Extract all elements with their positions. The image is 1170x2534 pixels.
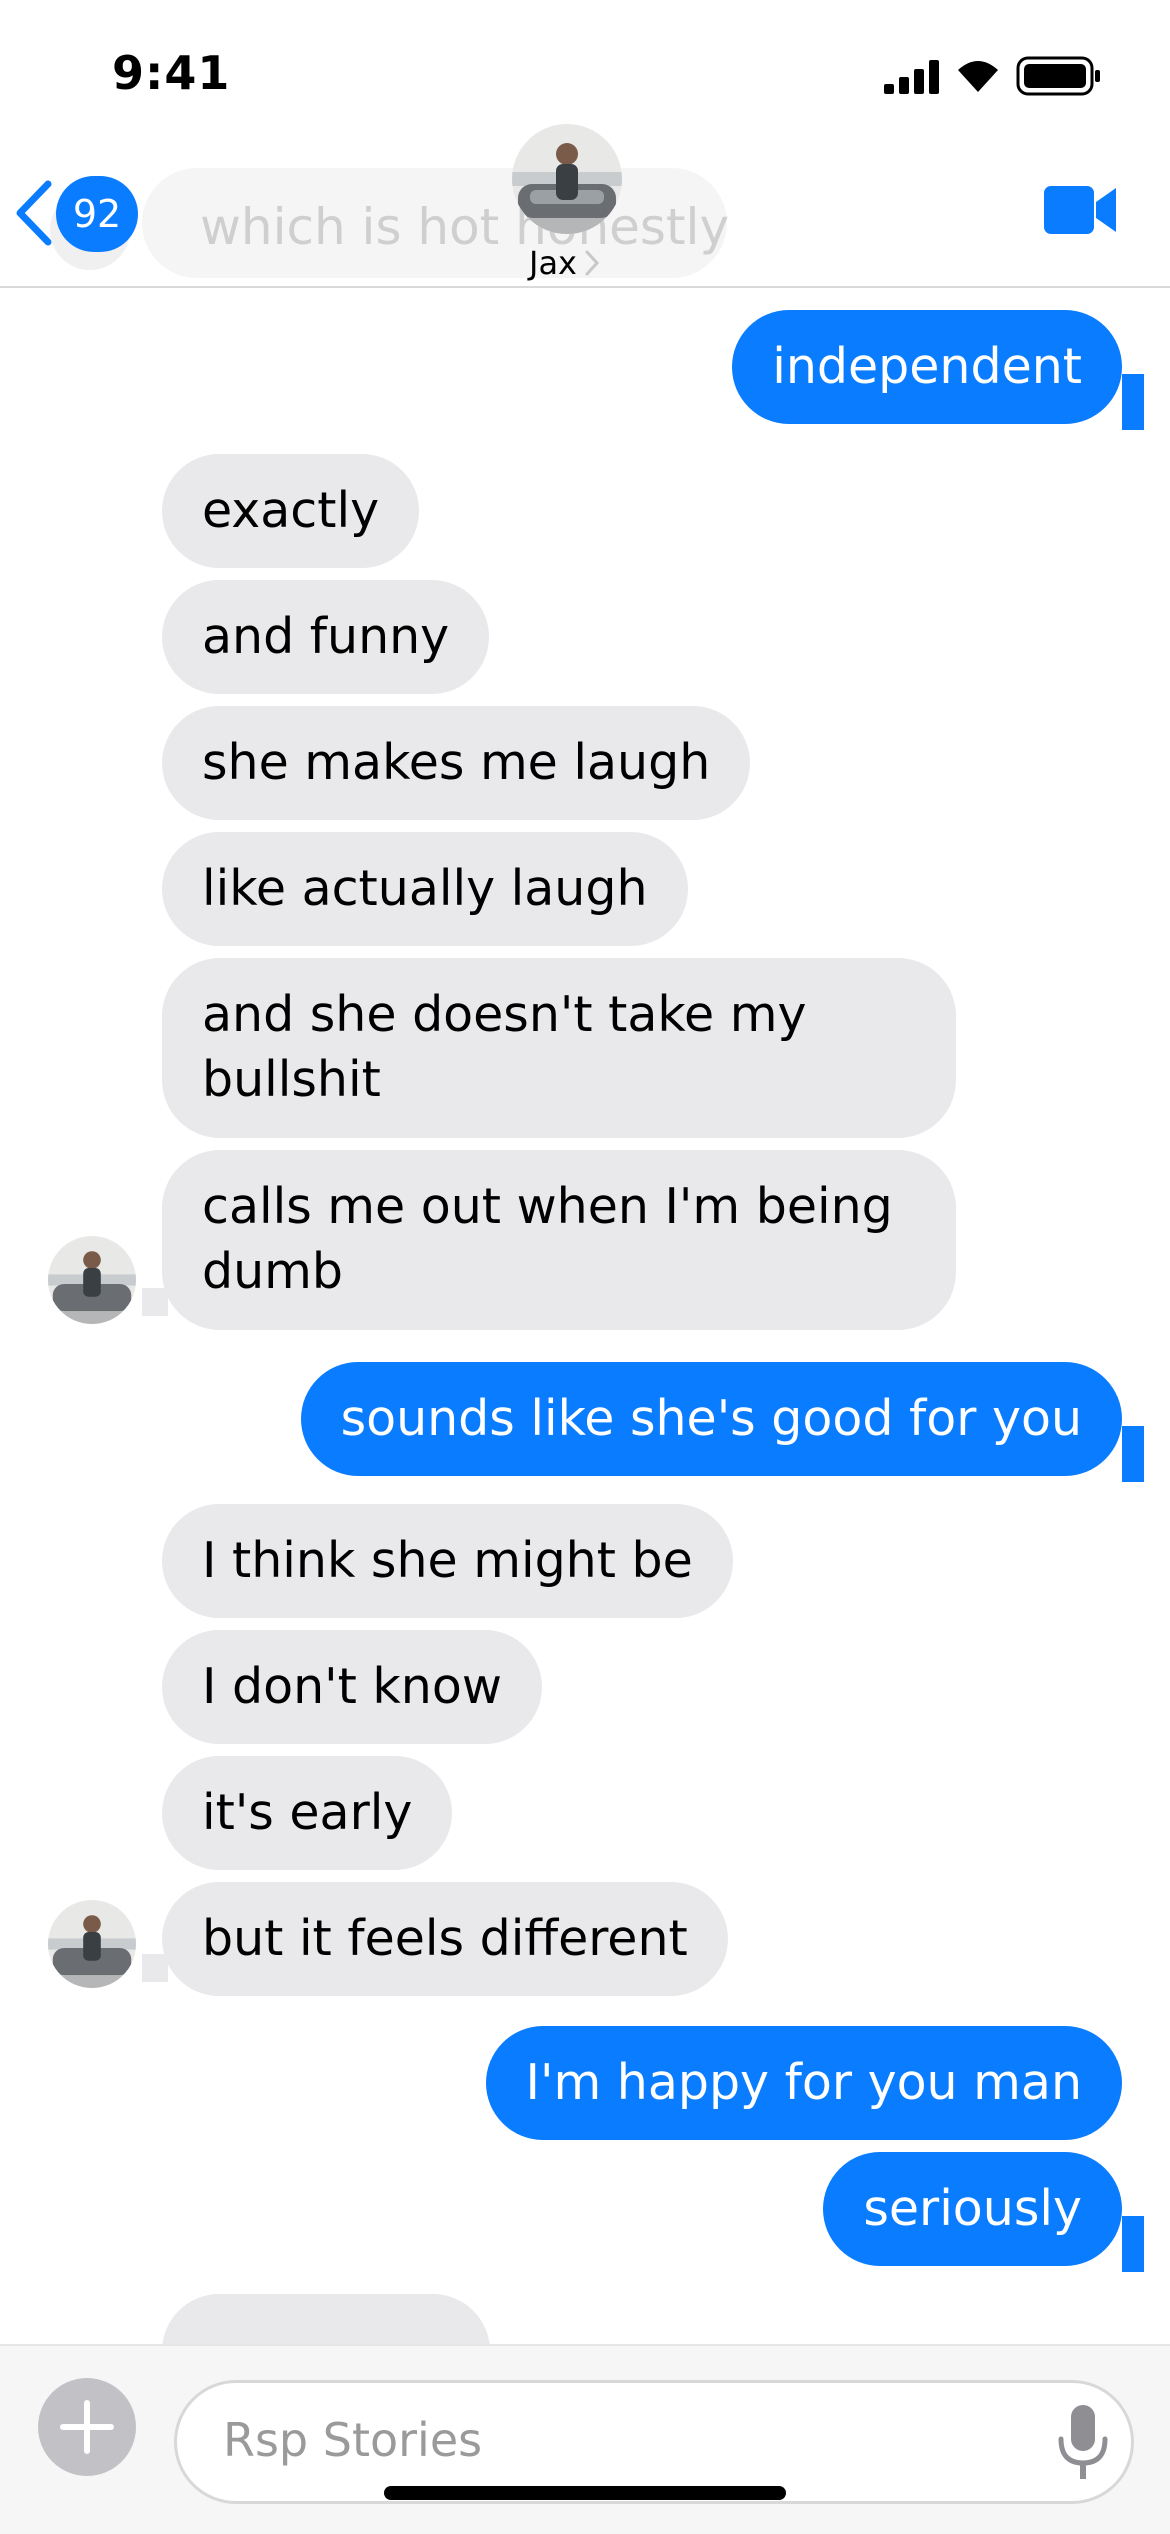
message-bubble-received[interactable]: and funny xyxy=(162,580,490,694)
unread-count-badge[interactable]: 92 xyxy=(56,176,138,252)
contact-avatar[interactable] xyxy=(512,124,622,234)
message-bubble-sent[interactable]: seriously xyxy=(823,2152,1122,2266)
home-indicator xyxy=(384,2486,786,2500)
message-bubble-received[interactable]: I don't know xyxy=(162,1630,542,1744)
microphone-icon[interactable] xyxy=(1053,2403,1113,2483)
message-thread[interactable]: independent exactly and funny she makes … xyxy=(0,288,1170,2344)
back-chevron-icon[interactable] xyxy=(14,180,54,246)
message-tail xyxy=(1122,374,1144,430)
contact-avatar-small[interactable] xyxy=(48,1900,136,1988)
message-tail xyxy=(1122,1426,1144,1482)
contact-details-chevron-icon[interactable] xyxy=(584,249,600,277)
message-bubble-received[interactable]: calls me out when I'm being dumb xyxy=(162,1150,956,1330)
message-tail xyxy=(1122,2216,1144,2272)
video-call-icon[interactable] xyxy=(1044,184,1118,236)
message-bubble-received[interactable]: I think she might be xyxy=(162,1504,733,1618)
message-bubble-received[interactable]: but it feels different xyxy=(162,1882,728,1996)
message-bubble-received[interactable]: and she doesn't take my bullshit xyxy=(162,958,956,1138)
message-bubble-received[interactable]: exactly xyxy=(162,454,420,568)
contact-name[interactable]: Jax xyxy=(529,244,577,282)
chat-header: which is hot honestly 92 Jax xyxy=(0,120,1170,288)
scrolled-message-text: which is hot honestly xyxy=(200,198,730,256)
contact-avatar-small[interactable] xyxy=(48,1236,136,1324)
message-bubble-received-partial[interactable] xyxy=(162,2294,490,2344)
message-composer: Rsp Stories xyxy=(0,2344,1170,2534)
message-tail xyxy=(142,1954,168,1982)
status-time: 9:41 xyxy=(112,46,231,100)
message-tail xyxy=(142,1288,168,1316)
message-bubble-sent[interactable]: sounds like she's good for you xyxy=(300,1362,1122,1476)
add-attachment-button[interactable] xyxy=(38,2378,136,2476)
battery-icon xyxy=(1016,56,1100,96)
status-bar: 9:41 xyxy=(0,0,1170,120)
message-bubble-received[interactable]: she makes me laugh xyxy=(162,706,751,820)
message-input-placeholder: Rsp Stories xyxy=(223,2413,483,2467)
message-bubble-received[interactable]: it's early xyxy=(162,1756,453,1870)
message-bubble-received[interactable]: like actually laugh xyxy=(162,832,688,946)
message-bubble-sent[interactable]: independent xyxy=(732,310,1122,424)
plus-icon xyxy=(60,2400,114,2454)
cellular-signal-icon xyxy=(884,60,939,94)
message-bubble-sent[interactable]: I'm happy for you man xyxy=(485,2026,1122,2140)
wifi-icon xyxy=(958,61,998,92)
